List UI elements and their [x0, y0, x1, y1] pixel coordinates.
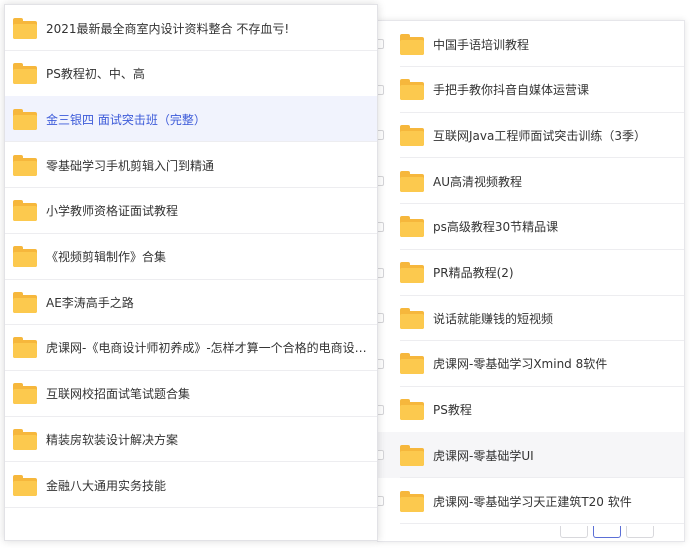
- page-button-current[interactable]: [593, 526, 621, 538]
- folder-icon: [13, 291, 37, 313]
- folder-row[interactable]: 虎课网-零基础学UI: [378, 432, 684, 479]
- folder-row[interactable]: 虎课网-零基础学习天正建筑T20 软件: [378, 478, 684, 524]
- folder-icon: [13, 383, 37, 405]
- folder-name: 零基础学习手机剪辑入门到精通: [46, 158, 215, 173]
- folder-name: 虎课网-零基础学UI: [433, 448, 534, 463]
- row-checkbox[interactable]: [378, 130, 384, 141]
- folder-icon: [400, 79, 424, 101]
- folder-icon: [13, 246, 37, 267]
- folder-row[interactable]: 小学教师资格证面试教程: [5, 188, 377, 234]
- left-file-list-panel: 2021最新最全商室内设计资料整合 不存血亏! PS教程初、中、高金三银四 面试突…: [4, 4, 378, 541]
- row-checkbox[interactable]: [378, 84, 384, 95]
- folder-name: 说话就能赚钱的短视频: [433, 311, 554, 326]
- row-checkbox[interactable]: [378, 450, 384, 461]
- folder-name: AE李涛高手之路: [46, 295, 134, 310]
- folder-icon: [13, 428, 37, 450]
- folder-icon: [400, 399, 424, 421]
- folder-icon: [400, 170, 424, 192]
- folder-row[interactable]: ps高级教程30节精品课: [378, 204, 684, 250]
- folder-row[interactable]: PS教程初、中、高: [5, 51, 377, 97]
- folder-row[interactable]: 虎课网-零基础学习Xmind 8软件: [378, 341, 684, 387]
- folder-name: 小学教师资格证面试教程: [46, 204, 179, 219]
- folder-name: 互联网Java工程师面试突击训练（3季）: [433, 128, 646, 143]
- row-checkbox[interactable]: [378, 267, 384, 278]
- folder-row[interactable]: 零基础学习手机剪辑入门到精通: [5, 142, 377, 189]
- folder-icon: [400, 490, 424, 512]
- folder-name: 金三银四 面试突击班（完整）: [46, 112, 206, 127]
- folder-row[interactable]: 金融八大通用实务技能: [5, 462, 377, 508]
- folder-row[interactable]: 互联网校招面试笔试题合集: [5, 371, 377, 417]
- folder-row[interactable]: 《视频剪辑制作》合集: [5, 234, 377, 280]
- folder-row[interactable]: 中国手语培训教程: [378, 21, 684, 67]
- folder-icon: [400, 353, 424, 375]
- folder-icon: [13, 337, 37, 359]
- folder-name: AU高清视频教程: [433, 174, 522, 189]
- folder-row[interactable]: 虎课网-《电商设计师初养成》-怎样才算一个合格的电商设计师?: [5, 325, 377, 371]
- folder-icon: [13, 200, 37, 222]
- folder-name: 互联网校招面试笔试题合集: [46, 387, 191, 402]
- row-checkbox[interactable]: [378, 358, 384, 369]
- folder-row[interactable]: 说话就能赚钱的短视频: [378, 295, 684, 342]
- folder-row[interactable]: 2021最新最全商室内设计资料整合 不存血亏!: [5, 5, 377, 51]
- folder-name: ps高级教程30节精品课: [433, 220, 559, 235]
- folder-icon: [400, 124, 424, 146]
- folder-row[interactable]: 精装房软装设计解决方案: [5, 416, 377, 463]
- folder-icon: [400, 307, 424, 329]
- folder-name: 手把手教你抖音自媒体运营课: [433, 83, 590, 98]
- folder-row[interactable]: PR精品教程(2): [378, 250, 684, 296]
- folder-row[interactable]: AU高清视频教程: [378, 158, 684, 205]
- row-divider: [400, 523, 684, 524]
- folder-icon: [13, 108, 37, 130]
- folder-name: 虎课网-《电商设计师初养成》-怎样才算一个合格的电商设计师?: [46, 341, 377, 356]
- right-file-list-panel: 中国手语培训教程手把手教你抖音自媒体运营课互联网Java工程师面试突击训练（3季…: [377, 20, 685, 542]
- folder-row[interactable]: PS教程: [378, 387, 684, 433]
- folder-icon: [13, 154, 37, 176]
- folder-row[interactable]: 手把手教你抖音自媒体运营课: [378, 67, 684, 113]
- folder-name: 精装房软装设计解决方案: [46, 432, 179, 447]
- row-checkbox[interactable]: [378, 39, 384, 49]
- folder-name: 金融八大通用实务技能: [46, 478, 167, 493]
- folder-row[interactable]: 互联网Java工程师面试突击训练（3季）: [378, 112, 684, 159]
- folder-icon: [13, 474, 37, 496]
- page-button-prev[interactable]: [560, 526, 588, 538]
- row-checkbox[interactable]: [378, 221, 384, 232]
- folder-icon: [400, 444, 424, 466]
- folder-name: PS教程: [433, 403, 472, 418]
- pagination: [560, 526, 680, 540]
- row-checkbox[interactable]: [378, 496, 384, 506]
- folder-name: 《视频剪辑制作》合集: [46, 250, 167, 264]
- row-checkbox[interactable]: [378, 176, 384, 187]
- folder-name: 中国手语培训教程: [433, 37, 530, 52]
- folder-name: 虎课网-零基础学习Xmind 8软件: [433, 357, 608, 372]
- folder-icon: [13, 63, 37, 85]
- folder-icon: [400, 262, 424, 283]
- row-checkbox[interactable]: [378, 313, 384, 324]
- folder-icon: [13, 17, 37, 39]
- folder-row[interactable]: AE李涛高手之路: [5, 279, 377, 326]
- folder-name: PS教程初、中、高: [46, 67, 145, 82]
- folder-icon: [400, 33, 424, 55]
- folder-row[interactable]: 金三银四 面试突击班（完整）: [5, 96, 377, 143]
- folder-name: 虎课网-零基础学习天正建筑T20 软件: [433, 494, 632, 509]
- folder-icon: [400, 216, 424, 238]
- page-button-next[interactable]: [626, 526, 654, 538]
- row-checkbox[interactable]: [378, 404, 384, 415]
- row-divider: [5, 507, 377, 508]
- folder-name: 2021最新最全商室内设计资料整合 不存血亏!: [46, 21, 290, 36]
- folder-name: PR精品教程(2): [433, 266, 514, 280]
